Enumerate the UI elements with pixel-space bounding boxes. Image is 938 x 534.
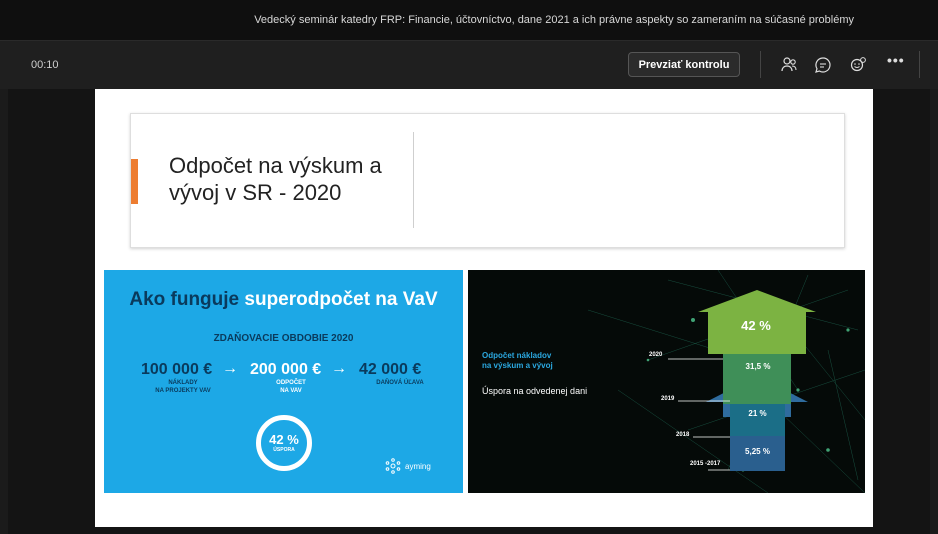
window-title-bar: Vedecký seminár katedry FRP: Financie, ú…	[0, 0, 938, 41]
step-percent: 42 %	[741, 318, 771, 333]
more-options-icon[interactable]: •••	[887, 52, 905, 68]
participants-icon[interactable]	[779, 55, 799, 75]
arrow-icon: →	[222, 360, 238, 377]
year-label: 2020	[649, 352, 663, 358]
chat-icon[interactable]	[813, 55, 833, 75]
panel-title: Odpočet nákladov na výskum a vývoj	[482, 351, 553, 371]
step-percent: 31,5 %	[745, 362, 771, 371]
accent-bar	[131, 159, 138, 204]
arrow-icon: →	[331, 360, 347, 377]
label-costs: NÁKLADY NA PROJEKTY VAV	[140, 379, 226, 395]
savings-ring: 42 % ÚSPORA	[256, 415, 312, 471]
heading-part: superodpočet na VaV	[244, 289, 438, 310]
heading-part: Ako funguje	[129, 289, 240, 310]
reactions-icon[interactable]	[848, 55, 868, 75]
year-label: 2019	[661, 396, 675, 402]
slide-title: Odpočet na výskum a vývoj v SR - 2020	[169, 152, 409, 206]
label-line: NA PROJEKTY VAV	[155, 388, 211, 394]
label-deduction: ODPOČET NA VAV	[248, 379, 334, 395]
superdeduction-panel: Ako funguje superodpočet na VaV ZDAŇOVAC…	[104, 270, 463, 493]
brand-name: ayming	[405, 461, 431, 471]
panel-heading: Ako funguje superodpočet na VaV	[104, 289, 463, 311]
label-relief: DAŇOVÁ ÚĽAVA	[357, 379, 443, 387]
toolbar-divider	[760, 51, 761, 78]
network-background-graphic	[587, 270, 865, 493]
year-label: 2015 -2017	[690, 461, 721, 467]
step-percent: 21 %	[748, 409, 767, 418]
title-divider	[413, 132, 414, 228]
tax-period: ZDAŇOVACIE OBDOBIE 2020	[213, 333, 354, 344]
savings-label: ÚSPORA	[273, 447, 295, 453]
meeting-toolbar: 00:10 Prevziať kontrolu •••	[0, 41, 938, 89]
amount-relief: 42 000 €	[359, 361, 422, 378]
label-line: ODPOČET	[276, 380, 306, 386]
label-line: NÁKLADY	[168, 380, 198, 386]
presentation-slide: Odpočet na výskum a vývoj v SR - 2020 Ak…	[95, 89, 873, 527]
label-line: DAŇOVÁ ÚĽAVA	[376, 380, 424, 386]
take-control-button[interactable]: Prevziať kontrolu	[628, 52, 740, 77]
brand-logo: ayming	[384, 457, 431, 475]
slide-title-line: vývoj v SR - 2020	[169, 180, 342, 205]
amount-costs: 100 000 €	[141, 361, 213, 378]
amount-deduction: 200 000 €	[250, 361, 322, 378]
ayming-logo-icon	[385, 458, 401, 474]
savings-percent: 42 %	[269, 432, 299, 447]
panel-title-line: Odpočet nákladov	[482, 351, 552, 360]
panel-title-line: na výskum a vývoj	[482, 361, 553, 370]
toolbar-divider	[919, 51, 920, 78]
meeting-title: Vedecký seminár katedry FRP: Financie, ú…	[254, 14, 854, 26]
meeting-timer: 00:10	[31, 59, 59, 71]
label-line: NA VAV	[280, 388, 302, 394]
slide-title-card: Odpočet na výskum a vývoj v SR - 2020	[130, 113, 845, 248]
step-percent: 5,25 %	[745, 447, 770, 456]
slide-title-line: Odpočet na výskum a	[169, 153, 382, 178]
deduction-history-panel: Odpočet nákladov na výskum a vývoj Úspor…	[468, 270, 865, 493]
panel-subtitle: Úspora na odvedenej dani	[482, 386, 588, 396]
year-label: 2018	[676, 432, 690, 438]
